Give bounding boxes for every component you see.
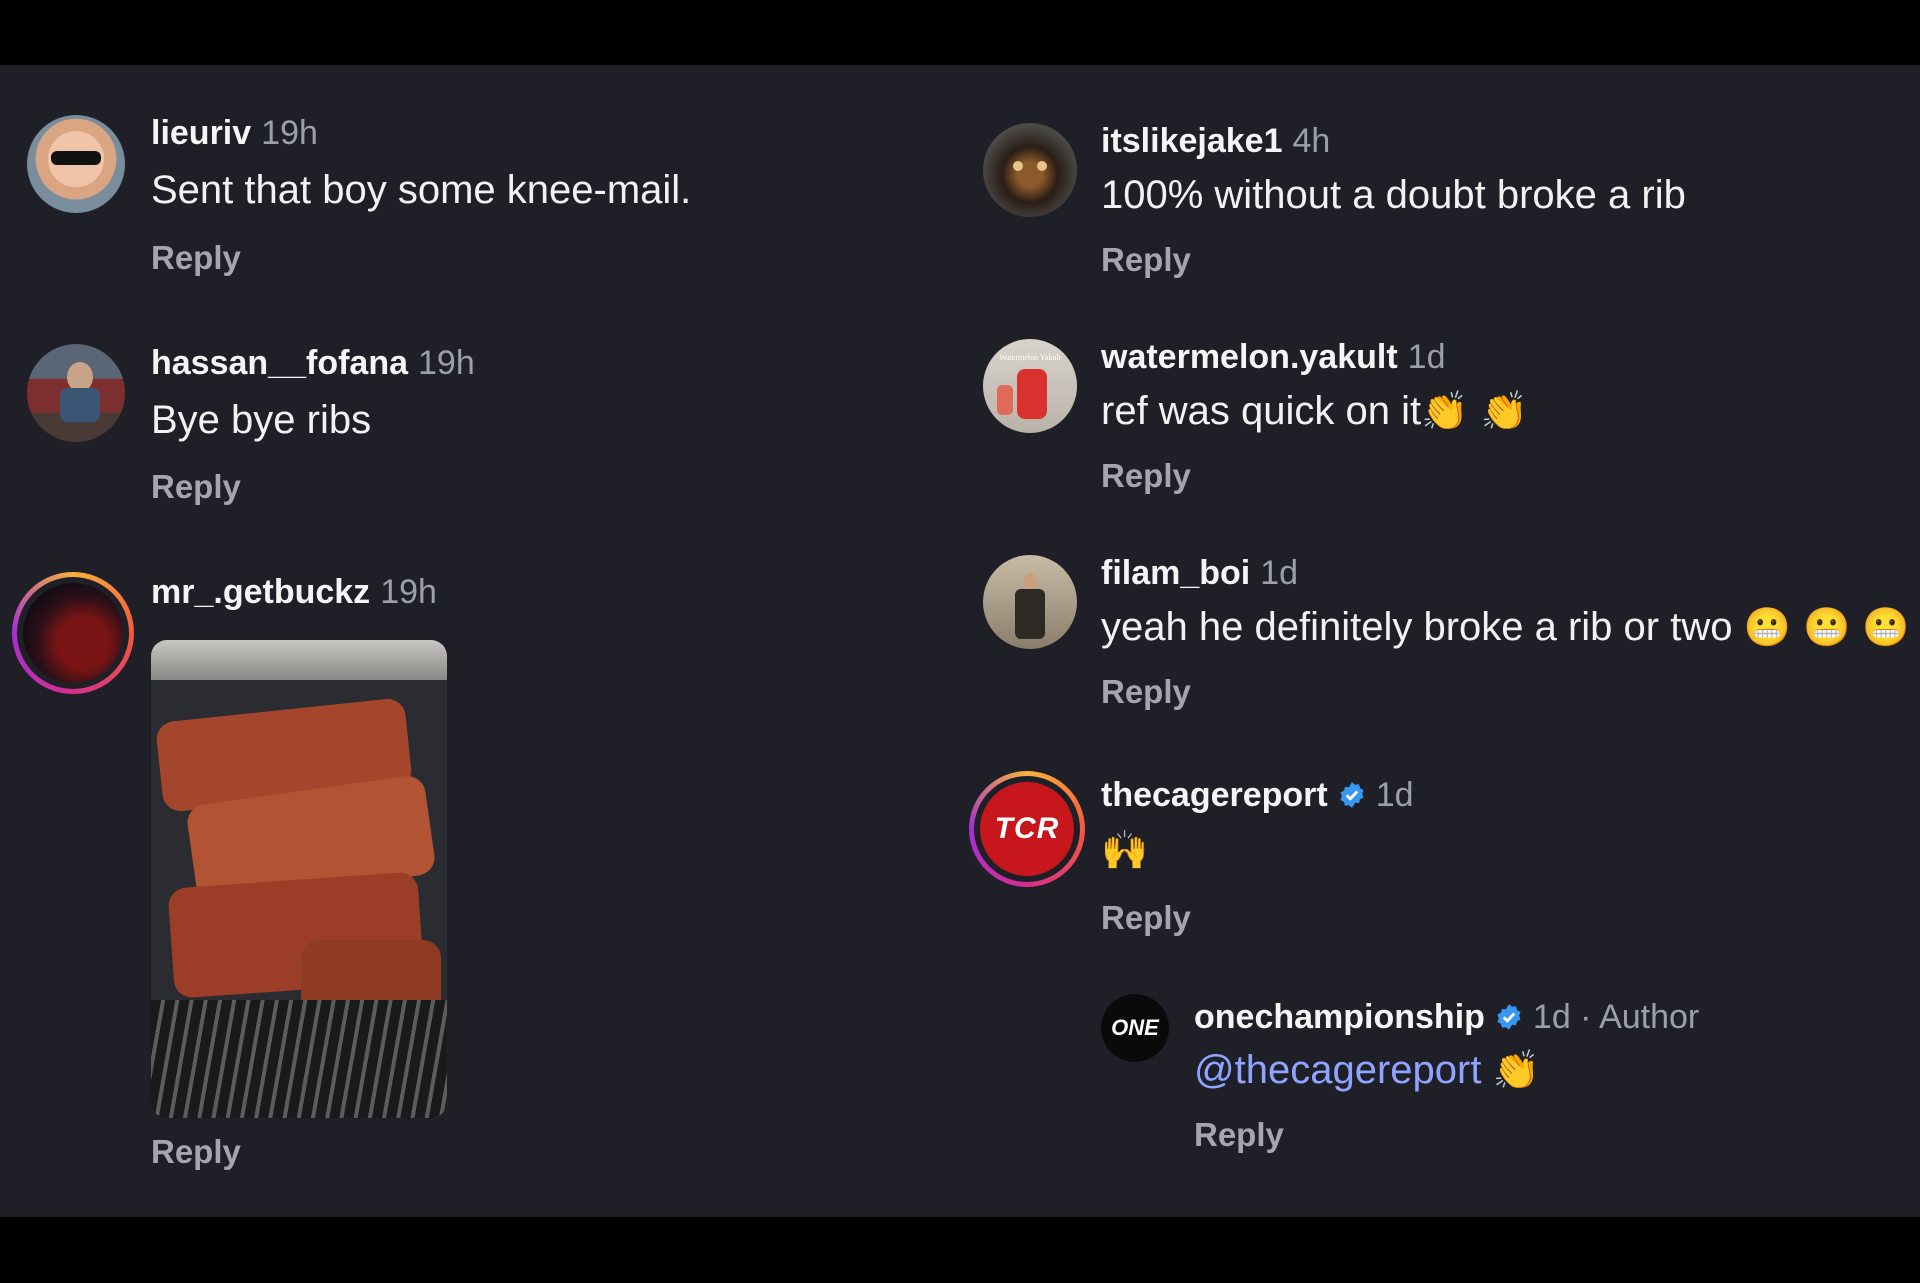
timestamp: 4h: [1292, 122, 1331, 160]
avatar[interactable]: ONE: [1101, 994, 1169, 1062]
clapping-hands-icon: 👏: [1492, 1048, 1540, 1092]
username[interactable]: onechampionship 1d · Author: [1194, 997, 1699, 1037]
reply-button[interactable]: Reply: [151, 467, 241, 507]
comment-text: @thecagereport 👏: [1194, 1046, 1540, 1094]
avatar-label: TCR: [994, 812, 1060, 845]
timestamp: 19h: [418, 344, 475, 382]
timestamp: 1d: [1407, 338, 1446, 376]
comment-text: yeah he definitely broke a rib or two 😬 …: [1101, 605, 1910, 649]
ribs-on-grill-photo[interactable]: [151, 640, 447, 1118]
avatar: [23, 583, 123, 683]
verified-badge-icon: [1497, 1004, 1521, 1030]
comment-text: 🙌: [1101, 826, 1148, 874]
avatar[interactable]: Watermelon Yakult: [983, 339, 1077, 433]
username[interactable]: lieuriv 19h: [151, 113, 318, 153]
reply-button[interactable]: Reply: [151, 238, 241, 278]
comment-text: 100% without a doubt broke a rib: [1101, 173, 1686, 217]
avatar-label: ONE: [1111, 1015, 1159, 1040]
username[interactable]: thecagereport 1d: [1101, 775, 1414, 815]
comment-text: ref was quick on it👏 👏: [1101, 389, 1528, 433]
clapping-hands-icon: 👏 👏: [1421, 389, 1528, 433]
reply-button[interactable]: Reply: [1194, 1115, 1284, 1155]
story-ring[interactable]: [12, 572, 134, 694]
reply-button[interactable]: Reply: [1101, 898, 1191, 938]
comment-text: Bye bye ribs: [151, 398, 372, 442]
raising-hands-icon: 🙌: [1101, 828, 1149, 872]
avatar[interactable]: [27, 115, 125, 213]
username[interactable]: itslikejake1 4h: [1101, 121, 1330, 161]
username[interactable]: hassan__fofana 19h: [151, 343, 475, 383]
timestamp: 1d: [1375, 776, 1414, 814]
timestamp: 1d: [1260, 554, 1299, 592]
timestamp: 19h: [380, 573, 437, 611]
username[interactable]: watermelon.yakult 1d: [1101, 337, 1445, 377]
reply-button[interactable]: Reply: [1101, 240, 1191, 280]
avatar-label: Watermelon Yakult: [999, 353, 1061, 362]
reply-button[interactable]: Reply: [1101, 672, 1191, 712]
avatar: TCR: [980, 782, 1074, 876]
verified-badge-icon: [1340, 782, 1364, 808]
mention-link[interactable]: @thecagereport: [1194, 1048, 1481, 1092]
timestamp: 19h: [261, 114, 318, 152]
reply-button[interactable]: Reply: [1101, 456, 1191, 496]
timestamp: 1d · Author: [1532, 998, 1700, 1036]
avatar[interactable]: [983, 123, 1077, 217]
comment-text: Sent that boy some knee-mail.: [151, 168, 692, 212]
username[interactable]: filam_boi 1d: [1101, 553, 1298, 593]
avatar[interactable]: [983, 555, 1077, 649]
story-ring[interactable]: TCR: [969, 771, 1085, 887]
grimacing-face-icon: 😬 😬 😬: [1743, 605, 1910, 649]
avatar[interactable]: [27, 344, 125, 442]
reply-button[interactable]: Reply: [151, 1132, 241, 1172]
username[interactable]: mr_.getbuckz 19h: [151, 572, 437, 612]
